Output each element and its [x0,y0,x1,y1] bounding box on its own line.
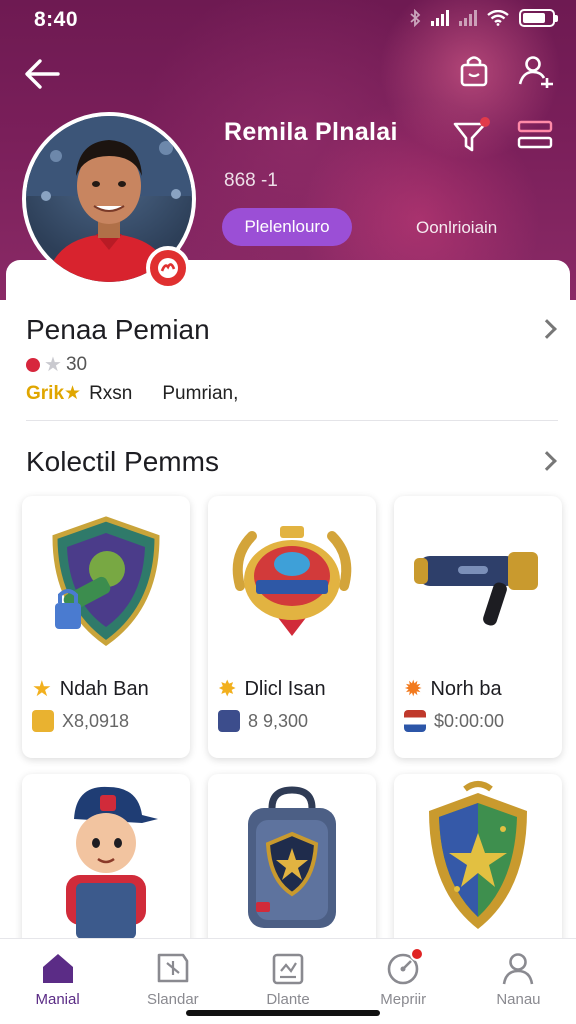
emblem-icon [218,710,240,732]
team-badge-icon [146,246,190,290]
user-settings-icon [518,56,553,88]
chevron-right-icon[interactable] [537,451,557,471]
item-price-label: $0:00:00 [434,710,505,731]
filter-icon [453,117,490,152]
gold-star-icon: ★ [64,383,82,404]
status-time: 8:40 [34,8,79,31]
item-name: ✸ Dlicl Isan [218,676,326,702]
chevron-right-icon[interactable] [537,319,557,339]
item-price: X8,0918 [32,710,129,732]
rating-dot-icon [26,357,40,372]
home-icon [42,954,73,983]
backpack-icon [208,774,376,944]
item-name-label: Ndah Ban [59,677,149,700]
nav-label: Slandar [146,991,199,1008]
summary-title: Penaa Pemian [26,314,210,345]
sun-icon: ✹ [404,676,423,701]
collection-card[interactable]: ★ Ndah Ban X8,0918 [22,496,190,758]
star-icon: ★ [32,676,52,701]
account-button[interactable] [516,52,556,90]
map-icon [157,953,189,983]
profile-id: 868 -1 [224,170,278,191]
arrow-left-icon [25,59,60,89]
item-name-label: Dlicl Isan [244,677,326,700]
divider [26,420,558,421]
cellular-signal-icon [431,10,449,26]
flag-icon [404,710,426,732]
star-shield-icon [394,774,562,944]
status-bar: 8:40 [0,0,576,36]
nav-label: Nanau [496,991,541,1008]
back-button[interactable] [22,54,62,94]
coin-box-icon [32,710,54,732]
clipboard-icon [272,953,304,985]
collection-card[interactable]: ✸ Dlicl Isan 8 9,300 [208,496,376,758]
nav-label: Manial [35,991,80,1008]
cellular-signal-2-icon [459,10,477,26]
star-icon: ★ [44,354,62,376]
item-price-label: X8,0918 [62,710,130,731]
person-icon [503,953,534,985]
nav-item-home[interactable]: Manial [0,939,115,1024]
menu-button[interactable] [516,118,554,152]
meta-label-1: Rxsn [89,382,133,404]
profile-name: Remila Plnalai [224,118,398,146]
nav-item-profile[interactable]: Nanau [461,939,576,1024]
bluetooth-icon [410,9,421,27]
rating-row: ★ 30 [26,352,87,377]
home-indicator [186,1010,380,1016]
item-name-label: Norh ba [430,677,502,700]
shopping-bag-icon [460,56,488,87]
filter-button[interactable] [452,116,492,154]
shield-emblem-icon [22,496,190,666]
notification-badge [409,947,424,961]
item-name: ✹ Norh ba [404,676,502,702]
item-price: $0:00:00 [404,710,504,732]
menu-icon [517,120,553,149]
shop-button[interactable] [456,52,492,90]
medal-badge-icon [208,496,376,666]
nav-label: Mepriir [380,991,427,1008]
battery-icon [519,9,558,27]
meta-label-2: Pumrian, [162,382,239,404]
item-price: 8 9,300 [218,710,308,732]
cannon-icon [394,496,562,666]
primary-action-button[interactable]: Plelenlouro [222,208,352,246]
meta-gold-label: Grik [26,382,65,404]
secondary-action-link[interactable]: Oonlrioiain [416,218,497,238]
collection-title: Kolectil Pemms [26,446,219,477]
content-card: Penaa Pemian ★ 30 Grik ★ Rxsn Pumrian, K… [6,260,570,1024]
meta-row: Grik ★ Rxsn Pumrian, [26,382,238,405]
status-icons [409,9,558,27]
rating-value: 30 [65,353,88,375]
item-price-label: 8 9,300 [248,710,309,731]
item-name: ★ Ndah Ban [32,676,149,702]
collection-card[interactable]: ✹ Norh ba $0:00:00 [394,496,562,758]
nav-label: Dlante [266,991,310,1008]
badge-star-icon: ✸ [218,676,237,701]
wifi-icon [487,10,509,26]
player-figure-icon [22,774,190,944]
